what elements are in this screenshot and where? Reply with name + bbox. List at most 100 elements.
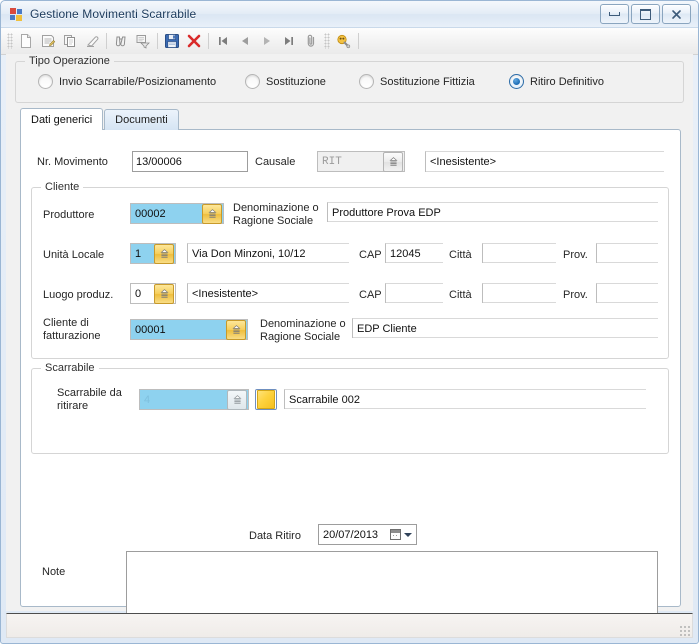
luogo-produz-prov-input[interactable] <box>596 283 658 303</box>
luogo-produz-code-input[interactable]: 0 <box>130 283 176 304</box>
toolbar-separator <box>208 33 209 49</box>
radio-unchecked-icon <box>38 74 53 89</box>
status-bar <box>6 613 693 638</box>
windows-forms-icon <box>9 7 24 22</box>
causale-value: RIT <box>322 155 342 168</box>
radio-unchecked-icon <box>245 74 260 89</box>
causale-description: <Inesistente> <box>425 151 664 172</box>
main-toolbar <box>1 28 698 55</box>
toolbar-grip[interactable] <box>324 33 330 49</box>
luogo-produz-citta-label: Città <box>449 289 472 301</box>
data-ritiro-label: Data Ritiro <box>249 530 301 542</box>
tab-strip: Dati generici Documenti <box>20 108 180 130</box>
causale-input[interactable]: RIT <box>317 151 405 172</box>
radio-label: Invio Scarrabile/Posizionamento <box>59 75 217 88</box>
edit-document-icon[interactable] <box>37 30 59 52</box>
cliente-fatturazione-description: EDP Cliente <box>352 318 658 338</box>
produttore-code-input[interactable]: 00002 <box>130 203 224 224</box>
copy-icon[interactable] <box>59 30 81 52</box>
scarrabile-da-ritirare-code-value: 4 <box>144 393 151 406</box>
red-x-delete-icon[interactable] <box>183 30 205 52</box>
radio-label: Sostituzione Fittizia <box>380 75 475 88</box>
floppy-save-icon[interactable] <box>161 30 183 52</box>
calendar-icon <box>390 529 401 540</box>
yellow-tools-icon[interactable] <box>332 30 354 52</box>
causale-label: Causale <box>255 156 296 168</box>
tab-dati-generici[interactable]: Dati generici <box>20 108 104 130</box>
radio-sostituzione[interactable]: Sostituzione <box>245 74 326 89</box>
new-document-icon[interactable] <box>15 30 37 52</box>
resize-grip-icon[interactable] <box>678 624 690 636</box>
cliente-fatturazione-code-input[interactable]: 00001 <box>130 319 248 340</box>
yellow-container-icon[interactable] <box>255 389 277 410</box>
luogo-produz-code-value: 0 <box>135 287 142 300</box>
luogo-produz-label: Luogo produz. <box>43 289 114 301</box>
data-ritiro-datepicker[interactable]: 20/07/2013 <box>318 524 417 545</box>
unita-locale-cap-label: CAP <box>359 249 382 261</box>
toolbar-separator <box>157 33 158 49</box>
eraser-icon[interactable] <box>81 30 103 52</box>
nav-next-icon[interactable] <box>256 30 278 52</box>
unita-locale-cap-value: 12045 <box>390 247 421 260</box>
toolbar-grip[interactable] <box>7 33 13 49</box>
scarrabile-groupbox-title: Scarrabile <box>41 362 99 374</box>
tab-label: Documenti <box>115 114 168 126</box>
operation-type-groupbox: Tipo Operazione Invio Scarrabile/Posizio… <box>15 55 684 103</box>
produttore-desc-label: Denominazione o Ragione Sociale <box>233 202 319 227</box>
app-window: Gestione Movimenti Scarrabile Tipo Opera… <box>0 0 699 644</box>
unita-locale-citta-input[interactable] <box>482 243 556 263</box>
maximize-icon[interactable] <box>631 4 660 24</box>
nav-first-icon[interactable] <box>212 30 234 52</box>
lookup-icon[interactable] <box>383 151 403 172</box>
cliente-fatturazione-label: Cliente di fatturazione <box>43 317 101 342</box>
note-value <box>127 552 657 556</box>
cliente-fatturazione-code-value: 00001 <box>135 323 166 336</box>
window-titlebar[interactable]: Gestione Movimenti Scarrabile <box>1 1 698 28</box>
date-dropdown-button[interactable] <box>386 525 416 544</box>
unita-locale-prov-label: Prov. <box>563 249 588 261</box>
lookup-icon[interactable] <box>154 243 174 264</box>
luogo-produz-cap-label: CAP <box>359 289 382 301</box>
chevron-down-icon <box>404 532 412 537</box>
luogo-produz-cap-input[interactable] <box>385 283 443 303</box>
note-textarea[interactable] <box>126 551 658 619</box>
radio-ritiro-definitivo[interactable]: Ritiro Definitivo <box>509 74 604 89</box>
luogo-produz-prov-label: Prov. <box>563 289 588 301</box>
produttore-description: Produttore Prova EDP <box>327 202 658 222</box>
radio-label: Sostituzione <box>266 75 326 88</box>
find-filter-icon[interactable] <box>132 30 154 52</box>
lookup-icon[interactable] <box>154 283 174 304</box>
nr-movimento-input[interactable]: 13/00006 <box>132 151 248 172</box>
produttore-description-value: Produttore Prova EDP <box>332 206 441 219</box>
lookup-icon[interactable] <box>227 389 247 410</box>
minimize-icon[interactable] <box>600 4 629 24</box>
nav-prev-icon[interactable] <box>234 30 256 52</box>
luogo-produz-citta-input[interactable] <box>482 283 556 303</box>
radio-checked-icon <box>509 74 524 89</box>
close-icon[interactable] <box>662 4 691 24</box>
radio-label: Ritiro Definitivo <box>530 75 604 88</box>
tab-documenti[interactable]: Documenti <box>104 109 179 130</box>
unita-locale-prov-input[interactable] <box>596 243 658 263</box>
nr-movimento-label: Nr. Movimento <box>37 156 108 168</box>
radio-unchecked-icon <box>359 74 374 89</box>
window-controls <box>600 4 694 24</box>
radio-sostituzione-fittizia[interactable]: Sostituzione Fittizia <box>359 74 475 89</box>
unita-locale-citta-label: Città <box>449 249 472 261</box>
window-title: Gestione Movimenti Scarrabile <box>30 7 197 21</box>
nr-movimento-value: 13/00006 <box>136 155 182 168</box>
binoculars-icon[interactable] <box>110 30 132 52</box>
produttore-label: Produttore <box>43 209 95 221</box>
nav-last-icon[interactable] <box>278 30 300 52</box>
client-area: Tipo Operazione Invio Scarrabile/Posizio… <box>6 54 693 619</box>
scarrabile-da-ritirare-code-input[interactable]: 4 <box>139 389 249 410</box>
unita-locale-code-input[interactable]: 1 <box>130 243 176 264</box>
unita-locale-label: Unità Locale <box>43 249 105 261</box>
radio-invio-scarrabile[interactable]: Invio Scarrabile/Posizionamento <box>38 74 216 89</box>
cliente-groupbox: Cliente Produttore 00002 Denominazione o… <box>31 181 669 359</box>
unita-locale-cap-input[interactable]: 12045 <box>385 243 443 263</box>
lookup-icon[interactable] <box>202 203 222 224</box>
operation-type-title: Tipo Operazione <box>25 55 114 67</box>
lookup-icon[interactable] <box>226 319 246 340</box>
paperclip-icon[interactable] <box>300 30 322 52</box>
